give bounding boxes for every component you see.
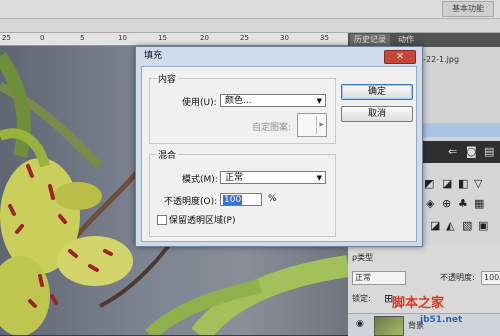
- photo-filter-icon[interactable]: ⊕: [442, 197, 451, 210]
- lookup-icon[interactable]: ▦: [474, 197, 484, 210]
- exposure-icon[interactable]: ◧: [458, 177, 468, 190]
- ruler-label: 35: [320, 34, 329, 42]
- horizontal-ruler: 25 0 5 10 15 20 25 30 35: [0, 33, 348, 46]
- opacity-input[interactable]: 100: [220, 193, 262, 206]
- ruler-label: 30: [280, 34, 289, 42]
- dialog-title: 填充: [144, 51, 163, 61]
- mode-label: 模式(M):: [182, 175, 218, 185]
- use-select-value: 颜色...: [225, 96, 252, 106]
- trash-icon[interactable]: ▤: [484, 145, 494, 158]
- channel-mixer-icon[interactable]: ♣: [458, 197, 468, 210]
- menu-bar: 基本功能: [0, 0, 500, 19]
- ruler-label: 15: [158, 34, 167, 42]
- history-tab-bar: 历史记录 动作: [348, 33, 500, 47]
- levels-icon[interactable]: ◩: [424, 177, 434, 190]
- dropdown-arrow-icon: ▶: [319, 121, 324, 128]
- custom-pattern-picker[interactable]: ▶: [297, 113, 327, 137]
- camera-icon[interactable]: ◙: [466, 145, 477, 158]
- layer-filter[interactable]: ρ类型: [352, 251, 373, 264]
- fill-dialog: 填充 ✕ 内容 使用(U): 颜色... ▼ 自定图案: ▶ 混合 模式(M):…: [135, 46, 423, 247]
- tab-history[interactable]: 历史记录: [350, 34, 390, 46]
- layer-opacity-label: 不透明度:: [440, 273, 475, 282]
- dialog-title-bar: 填充 ✕: [136, 47, 422, 65]
- color-balance-icon[interactable]: ◈: [426, 197, 434, 210]
- selective-color-icon[interactable]: ▣: [478, 219, 488, 232]
- ruler-label: 20: [200, 34, 209, 42]
- blend-group-title: 混合: [156, 148, 179, 161]
- content-group-title: 内容: [156, 72, 179, 85]
- eye-icon[interactable]: ◉: [356, 319, 364, 329]
- pattern-divider: [316, 116, 317, 134]
- tab-actions[interactable]: 动作: [394, 34, 418, 46]
- use-label: 使用(U):: [182, 98, 217, 108]
- dialog-body: 内容 使用(U): 颜色... ▼ 自定图案: ▶ 混合 模式(M): 正常 ▼…: [141, 66, 417, 242]
- ruler-label: 10: [118, 34, 127, 42]
- workspace-switcher[interactable]: 基本功能: [442, 1, 494, 17]
- gradient-icon[interactable]: ▽: [474, 177, 482, 190]
- ruler-label: 25: [2, 34, 11, 42]
- ruler-label: 5: [80, 34, 85, 42]
- watermark-url: jb51.net: [420, 315, 463, 325]
- layer-blend-mode[interactable]: 正常: [352, 271, 406, 285]
- posterize-icon[interactable]: ◭: [446, 219, 454, 232]
- close-icon[interactable]: ✕: [384, 50, 416, 64]
- threshold-icon[interactable]: ▧: [462, 219, 472, 232]
- opacity-unit: %: [268, 194, 277, 204]
- layer-lock-label: 锁定:: [352, 294, 371, 303]
- watermark-text: 脚本之家: [392, 296, 445, 311]
- ruler-label: 25: [240, 34, 249, 42]
- cancel-button[interactable]: 取消: [341, 106, 413, 122]
- layer-thumbnail: [374, 316, 404, 336]
- use-select[interactable]: 颜色... ▼: [220, 94, 326, 107]
- mode-select[interactable]: 正常 ▼: [220, 171, 326, 184]
- history-snapshot-name[interactable]: 2-22-1.jpg: [418, 55, 459, 64]
- curves-icon[interactable]: ◪: [442, 177, 452, 190]
- invert-icon[interactable]: ◪: [430, 219, 440, 232]
- layer-opacity-field[interactable]: 100: [481, 271, 500, 285]
- options-bar: [0, 19, 500, 33]
- opacity-label: 不透明度(O):: [164, 197, 218, 207]
- preserve-transparency-checkbox[interactable]: [157, 215, 167, 225]
- custom-pattern-label: 自定图案:: [252, 123, 292, 133]
- mode-select-value: 正常: [225, 173, 244, 183]
- dropdown-arrow-icon: ▼: [316, 97, 322, 105]
- ruler-label: 0: [40, 34, 45, 42]
- new-document-icon[interactable]: ⇐: [448, 145, 457, 158]
- dropdown-arrow-icon: ▼: [316, 174, 322, 182]
- preserve-transparency-label[interactable]: 保留透明区域(P): [169, 213, 235, 226]
- ok-button[interactable]: 确定: [341, 84, 413, 100]
- opacity-value: 100: [223, 195, 243, 205]
